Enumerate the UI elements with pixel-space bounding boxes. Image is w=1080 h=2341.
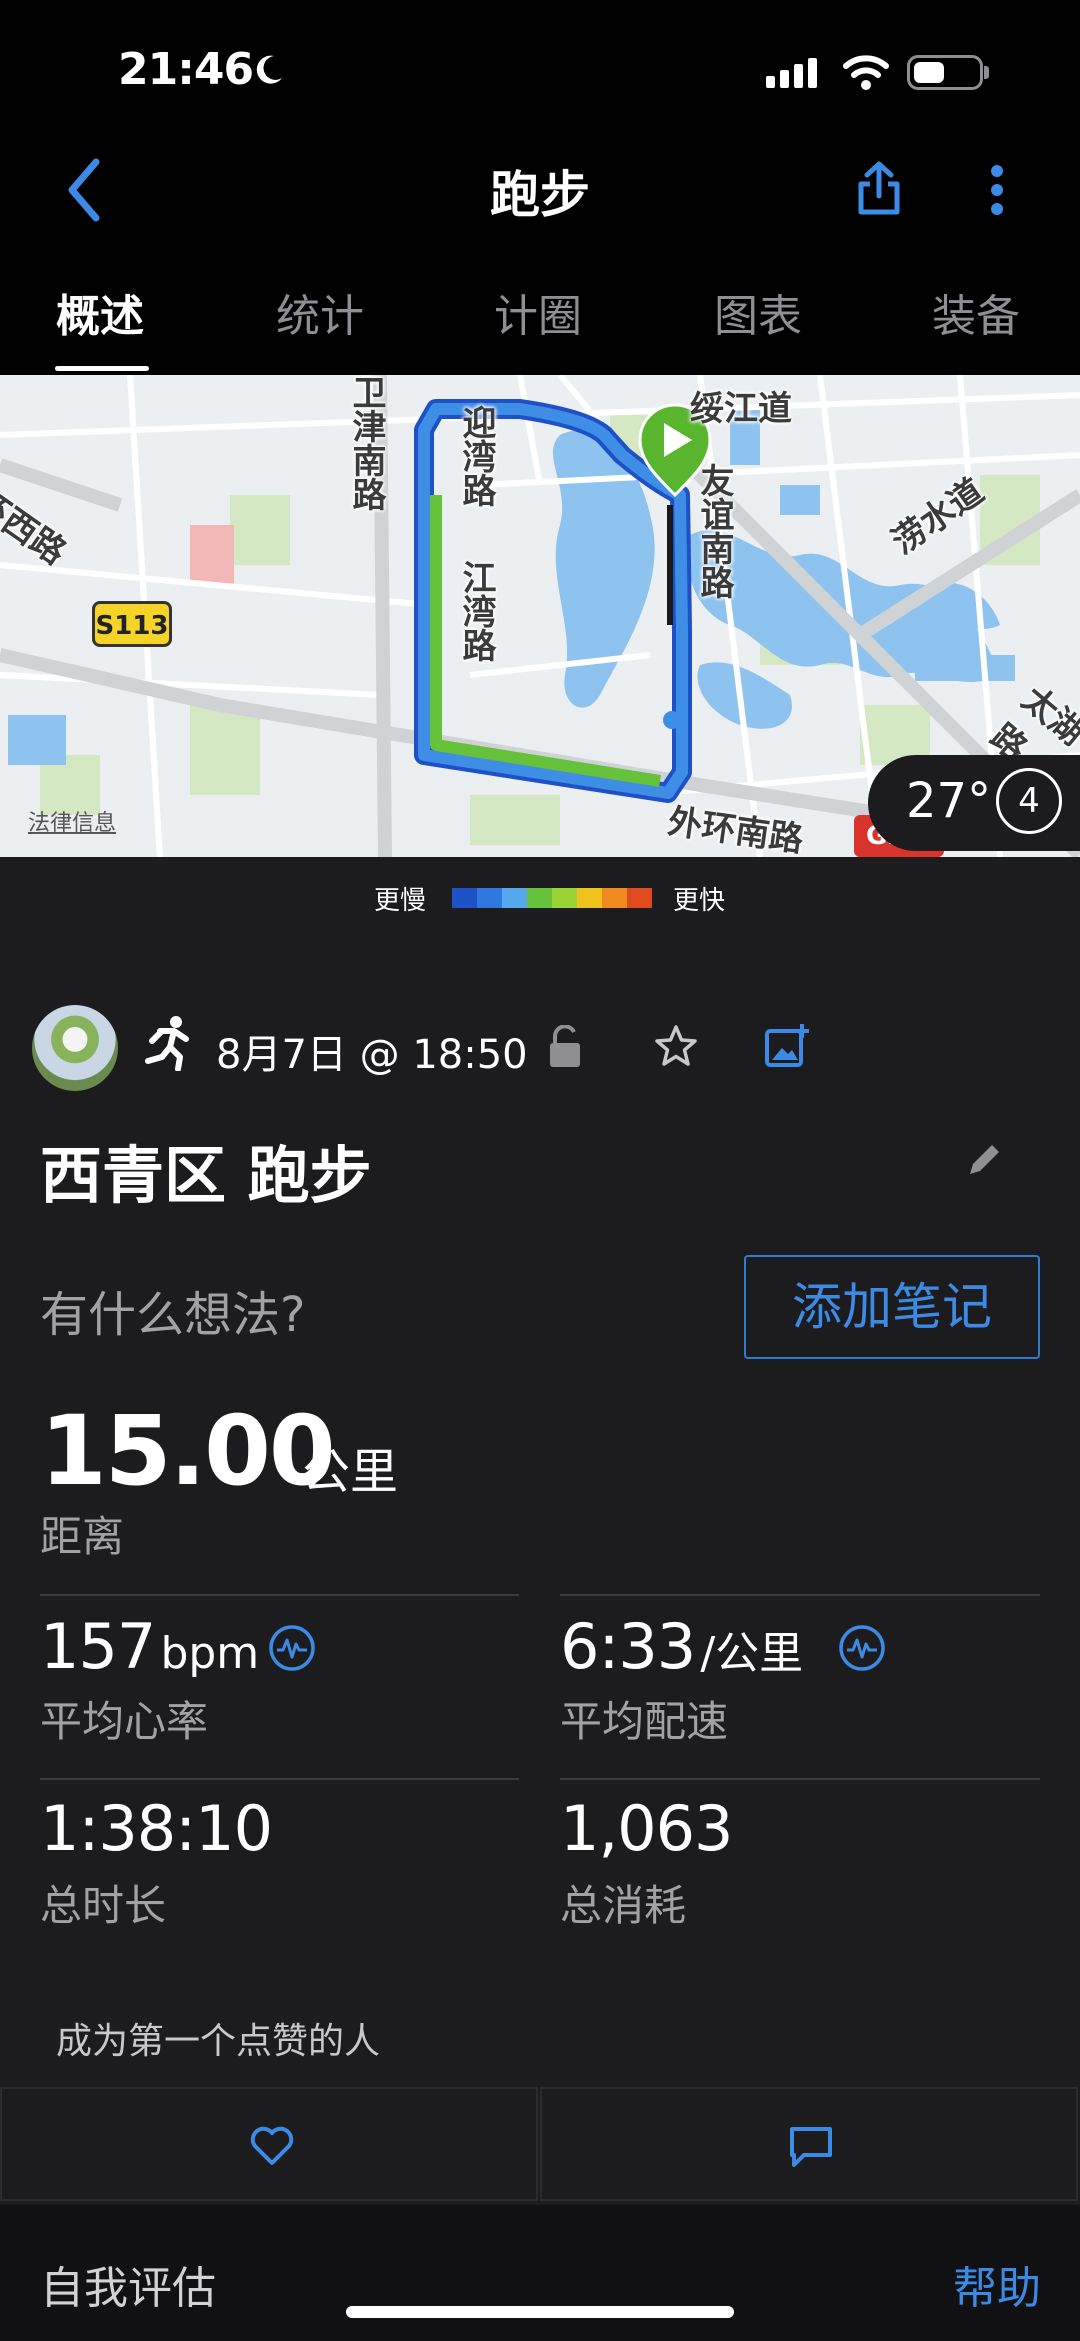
legend-fast-label: 更快: [673, 886, 726, 916]
legend-color-swatch: [602, 888, 627, 908]
star-icon[interactable]: [654, 1024, 698, 1068]
legal-info-link[interactable]: 法律信息: [28, 805, 116, 837]
legend-color-swatch: [502, 888, 527, 908]
like-button[interactable]: [0, 2087, 538, 2201]
home-indicator[interactable]: [346, 2306, 734, 2318]
top-bar: 21:46 跑步 概述 统计 计圈 图表 装备: [0, 0, 1080, 375]
battery-icon: [907, 55, 983, 90]
avatar[interactable]: [32, 1005, 118, 1091]
map-label-weijin-road: 卫津南路: [346, 375, 386, 511]
heart-rate-chart-icon[interactable]: [268, 1624, 316, 1672]
heart-icon: [250, 2126, 294, 2165]
activity-date: 8月7日 @ 18:50: [216, 1032, 528, 1078]
heart-rate-unit: bpm: [160, 1628, 260, 1679]
comment-button[interactable]: [540, 2087, 1078, 2201]
pace-color-legend: [452, 888, 652, 908]
running-icon: [145, 1016, 189, 1071]
duration-label: 总时长: [40, 1881, 167, 1930]
tab-active-indicator: [55, 366, 149, 371]
more-options-icon[interactable]: [990, 165, 1004, 215]
status-time: 21:46: [118, 44, 254, 95]
legend-color-swatch: [527, 888, 552, 908]
legend-color-swatch: [627, 888, 652, 908]
activity-title: 西青区 跑步: [40, 1139, 372, 1212]
weather-badge[interactable]: 27° 4: [868, 755, 1080, 851]
tab-laps[interactable]: 计圈: [494, 280, 582, 344]
legend-slow-label: 更慢: [374, 886, 427, 916]
pace-label: 平均配速: [560, 1697, 729, 1746]
add-note-button[interactable]: 添加笔记: [744, 1255, 1040, 1359]
heart-rate-label: 平均心率: [40, 1697, 209, 1746]
duration-value: 1:38:10: [40, 1792, 273, 1865]
distance-value: 15.00: [40, 1395, 336, 1507]
tab-gear[interactable]: 装备: [932, 280, 1020, 344]
temperature: 27°: [906, 773, 992, 829]
pace-value: 6:33: [560, 1610, 696, 1683]
map-label-youyi-road: 友谊南路: [694, 463, 734, 599]
map-label-jiangwan-road: 江湾路: [456, 560, 496, 662]
legend-color-swatch: [552, 888, 577, 908]
add-photo-icon[interactable]: [764, 1022, 810, 1068]
comment-icon: [790, 2127, 832, 2167]
legend-color-swatch: [477, 888, 502, 908]
pace-unit: /公里: [700, 1628, 804, 1679]
distance-unit: 公里: [302, 1444, 399, 1500]
tab-bar: 概述 统计 计圈 图表 装备: [0, 280, 1080, 370]
edit-pencil-icon[interactable]: [964, 1140, 1004, 1180]
heart-rate-stat: 157 bpm: [40, 1610, 259, 1683]
divider: [560, 1594, 1040, 1596]
heart-rate-value: 157: [40, 1610, 156, 1683]
distance-label: 距离: [40, 1512, 125, 1561]
map-label-yingwan-road: 迎湾路: [456, 405, 496, 507]
calories-label: 总消耗: [560, 1881, 687, 1930]
share-icon[interactable]: [856, 160, 902, 216]
map-label-suijiang-road: 绥江道: [690, 389, 792, 429]
self-evaluation-label: 自我评估: [40, 2263, 216, 2314]
legend-color-swatch: [452, 888, 477, 908]
road-shield-s113: S113: [92, 601, 172, 647]
notes-prompt[interactable]: 有什么想法?: [40, 1275, 305, 1345]
route-map[interactable]: 卫津南路 迎湾路 江湾路 绥江道 友谊南路 环西路 涝水道 太湖路 外环南路 S…: [0, 375, 1080, 857]
cellular-signal-icon: [766, 58, 822, 88]
divider: [40, 1594, 519, 1596]
calories-value: 1,063: [560, 1792, 733, 1865]
tab-overview[interactable]: 概述: [56, 280, 144, 344]
divider: [560, 1778, 1040, 1780]
legend-color-swatch: [577, 888, 602, 908]
tab-charts[interactable]: 图表: [714, 280, 802, 344]
wifi-icon: [843, 55, 889, 90]
pace-stat: 6:33 /公里: [560, 1610, 803, 1683]
tab-stats[interactable]: 统计: [276, 280, 364, 344]
kudos-prompt: 成为第一个点赞的人: [56, 2021, 381, 2062]
unlock-icon[interactable]: [548, 1025, 582, 1069]
page-title: 跑步: [490, 166, 590, 224]
help-link[interactable]: 帮助: [953, 2252, 1041, 2316]
battery-tip: [984, 66, 989, 79]
divider: [40, 1778, 519, 1780]
wind-icon: 4: [996, 768, 1062, 834]
pace-chart-icon[interactable]: [838, 1624, 886, 1672]
moon-icon: [256, 55, 282, 84]
social-actions: [0, 2087, 1080, 2203]
